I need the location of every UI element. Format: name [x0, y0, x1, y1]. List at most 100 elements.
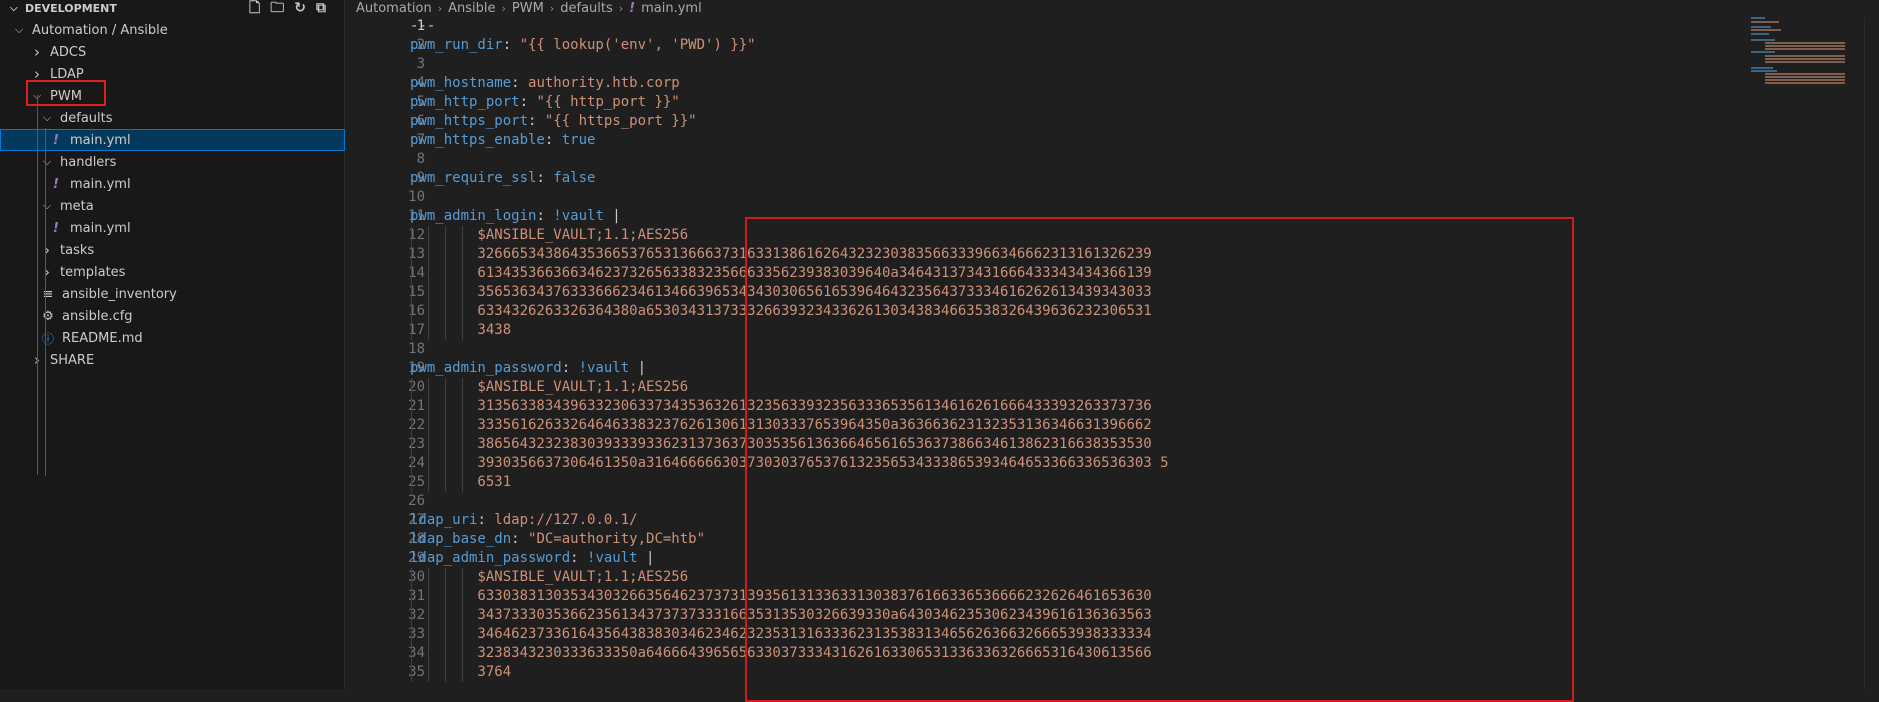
tree-item-label: SHARE — [50, 352, 95, 368]
refresh-icon[interactable]: ↻ — [294, 0, 306, 17]
tree-item[interactable]: ›SHARE — [0, 349, 345, 371]
code-token: : — [528, 113, 545, 129]
tree-item[interactable]: ⌵PWM — [0, 85, 345, 107]
new-folder-icon[interactable]: 🗀 — [270, 0, 284, 17]
tree-item[interactable]: › templates — [0, 261, 345, 283]
breadcrumb-item[interactable]: Automation — [356, 1, 432, 16]
yaml-file-icon: ! — [629, 1, 636, 16]
minimap-line — [1765, 45, 1845, 47]
new-file-icon[interactable]: 🗋 — [249, 0, 260, 17]
breadcrumb-item[interactable]: defaults — [560, 1, 613, 16]
code-token: pwm_hostname — [410, 75, 512, 91]
editor-scrollbar[interactable] — [1864, 17, 1879, 689]
tree-item[interactable]: ⚙ ansible.cfg — [0, 305, 345, 327]
code-token: 3238343230333633350a64666439656563303733… — [410, 645, 1152, 661]
tree-item[interactable]: ! main.yml — [0, 173, 345, 195]
code-line: $ANSIBLE_VAULT;1.1;AES256 — [410, 378, 688, 397]
indent-guide — [45, 128, 46, 476]
yaml-file-icon: ! — [53, 220, 59, 236]
code-token: : — [511, 531, 529, 547]
tree-item[interactable]: ! main.yml — [0, 217, 345, 239]
code-token: $ANSIBLE_VAULT;1.1;AES256 — [410, 569, 689, 585]
minimap-line — [1751, 51, 1775, 53]
chevron-right-icon: › — [437, 2, 443, 15]
breadcrumb: Automation › Ansible › PWM › defaults ›! main.ym… — [345, 0, 1879, 17]
code-token: pwm_http_port — [410, 94, 520, 110]
code-line: 3437333035366235613437373733316635313530… — [410, 606, 1152, 625]
code-line: pwm_run_dir: "{{ lookup('env', 'PWD') }}… — [410, 36, 756, 55]
code-token: 3565363437633366623461346639653434303065… — [410, 284, 1152, 300]
code-line: 6134353663663462373265633832356663356239… — [410, 264, 1152, 283]
chevron-right-icon: › — [618, 2, 624, 15]
code-line: pwm_https_enable: true — [410, 131, 595, 150]
code-line: pwm_admin_password: !vault | — [410, 359, 646, 378]
tree-item[interactable]: ⓘ README.md — [0, 327, 345, 349]
code-line: 3335616263326464633832376261306131303337… — [410, 416, 1152, 435]
chevron-down-icon: ⌵ — [14, 23, 24, 36]
minimap-line — [1765, 61, 1845, 63]
gear-icon: ⚙ — [42, 308, 54, 324]
code-line: 3865643232383039333933623137363730353561… — [410, 435, 1152, 454]
indent-guide — [411, 378, 412, 492]
code-token: "{{ https_port }}" — [544, 113, 697, 129]
collapse-all-icon[interactable]: ⧉ — [316, 0, 326, 17]
minimap-line — [1765, 55, 1845, 57]
minimap[interactable] — [1751, 17, 1845, 87]
code-token: 3335616263326464633832376261306131303337… — [410, 417, 1152, 433]
chevron-down-icon: ⌵ — [42, 155, 52, 168]
code-token: ldap_base_dn — [410, 531, 512, 547]
code-token: pwm_https_enable — [410, 132, 545, 148]
line-number: 10 — [408, 189, 425, 205]
chevron-down-icon: ⌵ — [10, 3, 18, 14]
code-token: 3865643232383039333933623137363730353561… — [410, 436, 1152, 452]
minimap-line — [1751, 67, 1773, 69]
minimap-line — [1765, 79, 1845, 81]
breadcrumb-item[interactable]: main.yml — [641, 1, 702, 16]
tree-item[interactable]: ⌵ defaults — [0, 107, 345, 129]
explorer-section-header[interactable]: ⌵ DEVELOPMENT 🗋 🗀 ↻ ⧉ — [0, 0, 344, 17]
tree-item[interactable]: › LDAP — [0, 63, 345, 85]
tree-item-label: templates — [60, 264, 126, 280]
tree-item-label: ansible.cfg — [62, 308, 133, 324]
tree-item[interactable]: ≡ ansible_inventory — [0, 283, 345, 305]
code-token: 6330383130353430326635646237373139356131… — [410, 588, 1152, 604]
tree-item-label: LDAP — [50, 66, 84, 82]
code-editor[interactable]: 1 2 3 4 5 6 7 8 9 10 11 12 13 14 15 16 17 18 19 20 21 22 23 24 2… — [345, 17, 1879, 702]
chevron-right-icon: › — [34, 65, 40, 83]
tree-item[interactable]: ⌵ handlers — [0, 151, 345, 173]
explorer-sidebar: ⌵ DEVELOPMENT 🗋 🗀 ↻ ⧉ ⌵ Automation / Ansible… — [0, 0, 345, 689]
line-number: 3 — [416, 56, 425, 72]
breadcrumb-item[interactable]: PWM — [512, 1, 544, 16]
code-line: $ANSIBLE_VAULT;1.1;AES256 — [410, 226, 688, 245]
code-line: 3930356637306461350a31646666630373030376… — [410, 454, 1168, 473]
indent-guide — [428, 568, 429, 682]
tree-item[interactable]: › ADCS — [0, 41, 345, 63]
code-token: $ANSIBLE_VAULT;1.1;AES256 — [410, 227, 689, 243]
code-line: 3764 — [410, 663, 511, 682]
code-token: 6134353663663462373265633832356663356239… — [410, 265, 1152, 281]
code-token: : — [519, 94, 537, 110]
breadcrumb-item[interactable]: Ansible — [448, 1, 495, 16]
tree-item[interactable]: ! main.yml — [0, 129, 345, 151]
section-title: DEVELOPMENT — [25, 2, 117, 15]
code-token: | — [637, 550, 655, 566]
code-line: $ANSIBLE_VAULT;1.1;AES256 — [410, 568, 688, 587]
tree-item-label: handlers — [60, 154, 117, 170]
code-line: pwm_hostname: authority.htb.corp — [410, 74, 680, 93]
code-token: $ANSIBLE_VAULT;1.1;AES256 — [410, 379, 689, 395]
tree-item-label: PWM — [50, 88, 82, 104]
tree-item[interactable]: ⌵ meta — [0, 195, 345, 217]
minimap-line — [1751, 21, 1779, 23]
code-token: 3437333035366235613437373733316635313530… — [410, 607, 1152, 623]
chevron-right-icon: › — [501, 2, 506, 15]
chevron-right-icon: › — [549, 2, 555, 15]
tree-item-label: meta — [60, 198, 94, 214]
code-token: true — [561, 132, 596, 148]
code-token: 3764 — [410, 664, 512, 680]
code-token: 6531 — [410, 474, 512, 490]
tree-item[interactable]: › tasks — [0, 239, 345, 261]
code-line: 6334326263326364380a65303431373332663932… — [410, 302, 1151, 321]
chevron-right-icon: › — [44, 241, 50, 259]
tree-item[interactable]: ⌵ Automation / Ansible — [0, 19, 345, 41]
code-token: | — [603, 208, 621, 224]
